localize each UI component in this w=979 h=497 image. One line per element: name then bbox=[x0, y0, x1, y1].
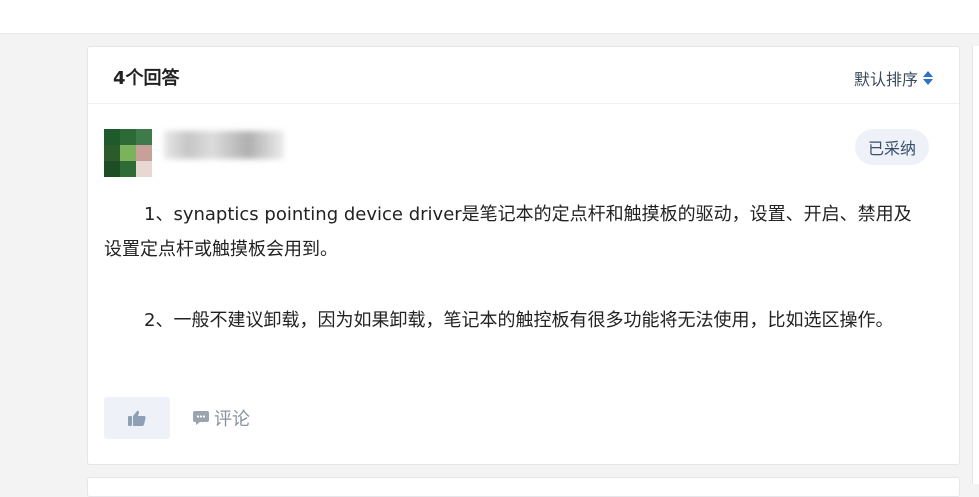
comment-button[interactable]: 评论 bbox=[193, 405, 250, 431]
author-name-obscured[interactable] bbox=[164, 131, 284, 159]
comment-bubble-icon bbox=[193, 411, 209, 425]
thumbs-up-icon bbox=[128, 410, 146, 426]
top-navigation-bar bbox=[0, 0, 979, 34]
answer-paragraph-2: 2、一般不建议卸载，因为如果卸载，笔记本的触控板有很多功能将无法使用，比如选区操… bbox=[144, 310, 894, 331]
sort-updown-icon bbox=[923, 71, 933, 85]
answers-card: 4个回答 默认排序 已采纳 1、synaptics pointing devic… bbox=[87, 46, 960, 465]
answer-count-title: 4个回答 bbox=[113, 68, 180, 89]
right-sidebar-panel bbox=[972, 46, 979, 484]
next-answer-card bbox=[87, 477, 960, 497]
comment-label: 评论 bbox=[214, 409, 250, 430]
answer-author[interactable] bbox=[104, 127, 294, 179]
adopted-badge: 已采纳 bbox=[854, 129, 929, 165]
answers-header: 4个回答 默认排序 bbox=[88, 47, 959, 104]
user-avatar-icon[interactable] bbox=[104, 129, 152, 177]
answer-paragraph-1: 1、synaptics pointing device driver是笔记本的定… bbox=[104, 204, 912, 260]
answer-content: 1、synaptics pointing device driver是笔记本的定… bbox=[104, 197, 924, 374]
like-button[interactable] bbox=[104, 397, 170, 439]
sort-label: 默认排序 bbox=[853, 70, 918, 89]
sort-dropdown[interactable]: 默认排序 bbox=[854, 66, 933, 90]
